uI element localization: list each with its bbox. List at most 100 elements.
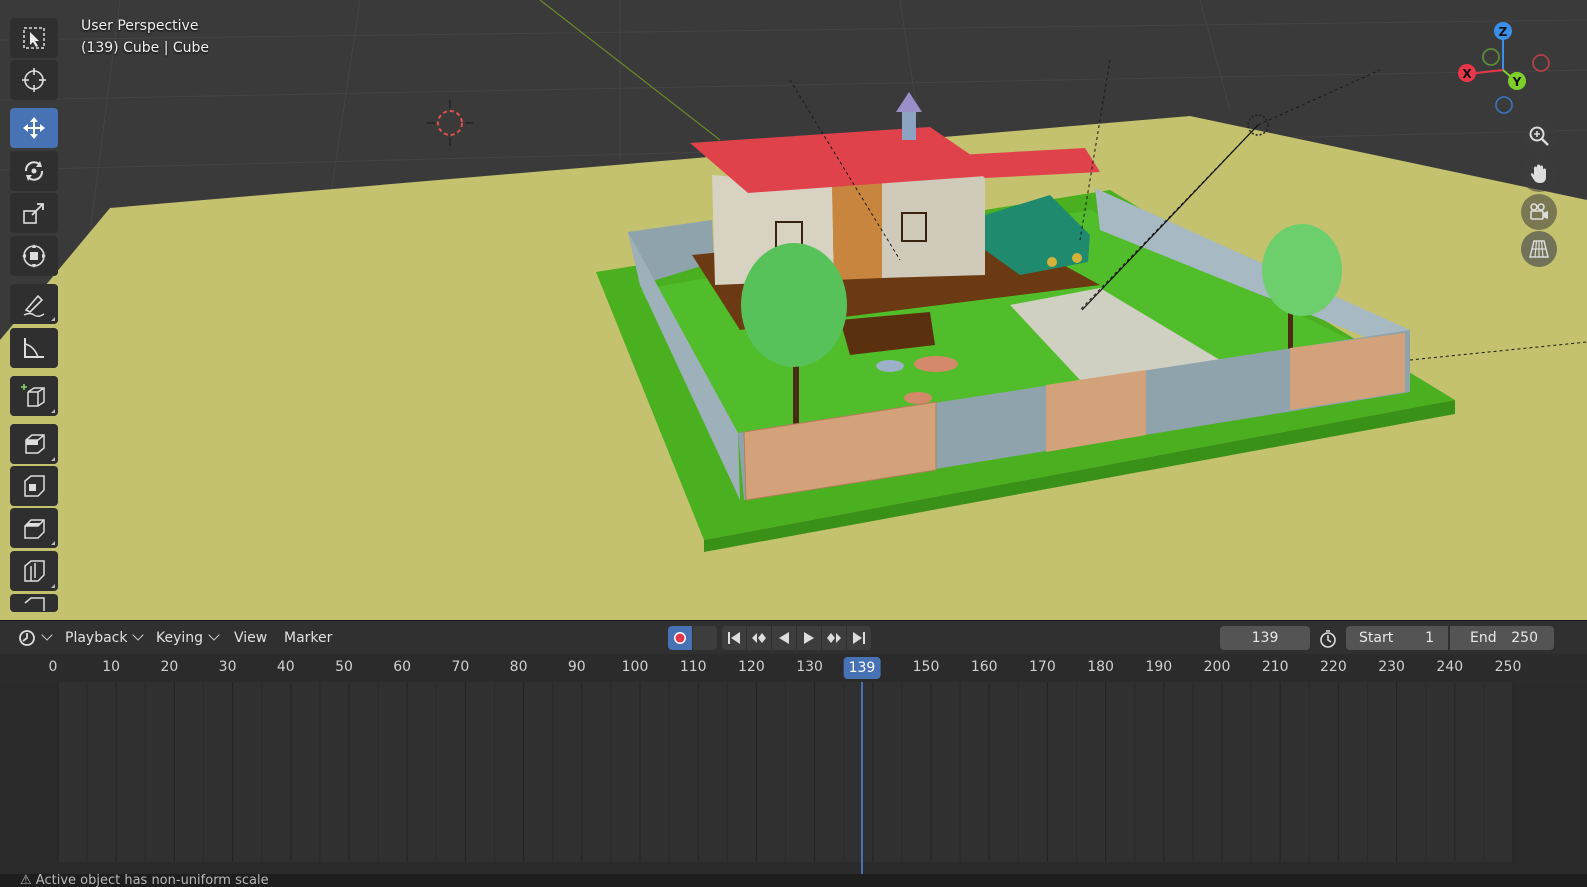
play-reverse-button[interactable] xyxy=(772,626,796,650)
scale-tool[interactable] xyxy=(10,193,58,233)
ruler-tick-label: 240 xyxy=(1436,659,1464,675)
ruler-tick-label: 20 xyxy=(160,659,179,675)
ruler-tick-label: 170 xyxy=(1029,659,1056,675)
submenu-indicator xyxy=(51,409,55,413)
ruler-tick-label: 150 xyxy=(912,659,940,675)
ruler-tick-label: 190 xyxy=(1145,659,1173,675)
move-tool[interactable] xyxy=(10,108,58,148)
inset-tool[interactable] xyxy=(10,466,58,506)
camera-view-button[interactable] xyxy=(1521,194,1557,230)
annotate-tool[interactable] xyxy=(10,284,58,324)
knife-tool[interactable] xyxy=(10,594,58,612)
ruler-tick-label: 130 xyxy=(796,659,823,675)
camera-icon xyxy=(1530,203,1548,220)
stone xyxy=(876,360,904,372)
ruler-tick-label: 120 xyxy=(738,659,765,675)
end-frame-label: End xyxy=(1470,630,1497,646)
navigation-gizmo[interactable]: Z X Y xyxy=(1455,16,1555,126)
current-frame-value: 139 xyxy=(1251,630,1279,646)
play-button[interactable] xyxy=(797,626,821,650)
view-menu[interactable]: View xyxy=(228,626,273,650)
keying-menu[interactable]: Keying xyxy=(150,626,224,650)
extrude-icon xyxy=(25,434,45,454)
rotate-tool[interactable] xyxy=(10,151,58,191)
house-wall-right xyxy=(882,172,985,278)
ruler-tick-label: 160 xyxy=(970,659,998,675)
jump-to-keyframe-back-button[interactable] xyxy=(747,626,771,650)
timeline-header: Playback Keying View Marker 139 Start 1 … xyxy=(0,620,1587,655)
scene-render[interactable] xyxy=(0,0,1587,620)
neg-y-handle[interactable] xyxy=(1482,48,1500,66)
loop-cut-tool[interactable] xyxy=(10,551,58,591)
ruler-tick-label: 0 xyxy=(48,659,58,675)
play-reverse-icon xyxy=(779,632,789,644)
current-frame-field[interactable]: 139 xyxy=(1220,626,1310,650)
perspective-toggle-button[interactable] xyxy=(1521,231,1557,267)
grid-perspective-icon xyxy=(1529,240,1549,258)
3d-viewport[interactable]: User Perspective (139) Cube | Cube Z X Y xyxy=(0,0,1587,620)
playback-menu-label: Playback xyxy=(65,630,128,646)
bevel-tool[interactable] xyxy=(10,508,58,548)
view-menu-label: View xyxy=(234,630,268,646)
pan-button[interactable] xyxy=(1521,156,1557,192)
jump-to-keyframe-forward-button[interactable] xyxy=(822,626,846,650)
z-axis-label: Z xyxy=(1499,25,1508,39)
3d-cursor[interactable] xyxy=(427,100,473,146)
car-light-right xyxy=(1072,253,1082,263)
view-name: User Perspective xyxy=(81,18,199,34)
rotate-icon xyxy=(24,161,44,181)
jump-end-icon xyxy=(853,632,865,644)
select-box-tool[interactable] xyxy=(10,18,58,58)
ruler-tick-label: 230 xyxy=(1378,659,1405,675)
submenu-indicator xyxy=(51,457,55,461)
select-box-icon xyxy=(23,27,45,49)
warning-icon: ⚠ xyxy=(20,874,36,887)
status-warning: ⚠ Active object has non-uniform scale xyxy=(20,874,269,887)
keying-menu-label: Keying xyxy=(156,630,204,646)
marker-menu[interactable]: Marker xyxy=(278,626,338,650)
jump-to-end-button[interactable] xyxy=(847,626,871,650)
chimney-cap xyxy=(896,92,922,112)
house-wall-mid xyxy=(832,180,882,280)
track-grid xyxy=(57,682,1514,874)
transform-tool[interactable] xyxy=(10,236,58,276)
y-axis-line xyxy=(539,0,721,141)
editor-type-button[interactable] xyxy=(12,626,57,650)
chevron-down-icon xyxy=(41,629,53,641)
zoom-button[interactable] xyxy=(1521,118,1557,154)
measure-icon xyxy=(24,338,44,358)
preview-range-toggle[interactable] xyxy=(1318,629,1338,653)
auto-keying-button[interactable] xyxy=(668,626,692,650)
transform-icon xyxy=(22,244,46,268)
hand-icon xyxy=(1530,164,1546,183)
measure-tool[interactable] xyxy=(10,328,58,368)
cursor-tool[interactable] xyxy=(10,60,58,100)
scale-icon xyxy=(23,203,44,224)
stone xyxy=(904,392,932,404)
stone xyxy=(914,356,958,372)
cursor-icon xyxy=(22,68,46,92)
start-frame-value: 1 xyxy=(1425,630,1434,646)
clock-icon xyxy=(19,630,35,646)
prev-keyframe-icon xyxy=(752,633,766,643)
annotate-icon xyxy=(23,294,45,317)
keying-options-dropdown[interactable] xyxy=(693,626,717,650)
ruler-tick-label: 100 xyxy=(621,659,649,675)
jump-to-start-button[interactable] xyxy=(722,626,746,650)
loop-cut-icon xyxy=(24,560,45,582)
playback-menu[interactable]: Playback xyxy=(59,626,148,650)
start-frame-field[interactable]: Start 1 xyxy=(1346,626,1448,650)
status-bar: ⚠ Active object has non-uniform scale xyxy=(0,874,1587,887)
frame-ruler[interactable]: 0 10 20 30 40 50 60 70 80 90 100 110 120 130 150 160 170… xyxy=(0,654,1587,682)
add-cube-tool[interactable] xyxy=(10,376,58,416)
current-frame-indicator[interactable]: 139 xyxy=(843,657,881,679)
neg-z-handle[interactable] xyxy=(1495,96,1513,114)
neg-x-handle[interactable] xyxy=(1532,54,1550,72)
timeline-tracks[interactable] xyxy=(0,682,1587,874)
chimney xyxy=(902,112,916,140)
object-info: (139) Cube | Cube xyxy=(81,40,210,56)
end-frame-field[interactable]: End 250 xyxy=(1450,626,1554,650)
extrude-tool[interactable] xyxy=(10,424,58,464)
ruler-tick-label: 250 xyxy=(1494,659,1522,675)
tree-left-crown xyxy=(741,243,847,367)
